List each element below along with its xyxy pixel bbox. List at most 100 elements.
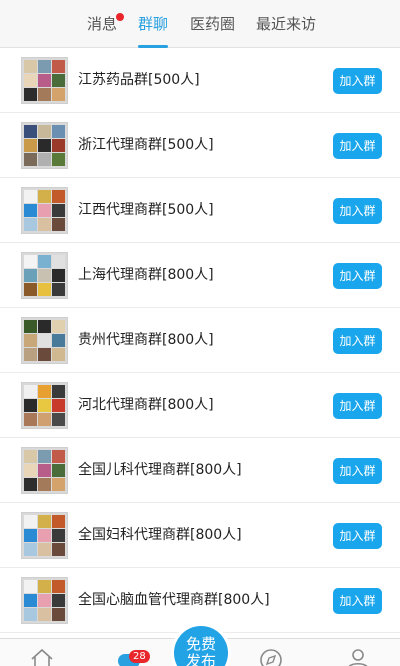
member-thumbnail <box>52 580 65 593</box>
group-name: 全国妇科代理商群[800人] <box>78 527 242 543</box>
group-name: 上海代理商群[800人] <box>78 267 214 283</box>
tab-messages-label: 消息 <box>87 15 118 33</box>
member-thumbnail <box>38 153 51 166</box>
member-thumbnail <box>38 74 51 87</box>
member-thumbnail <box>52 88 65 101</box>
group-row[interactable]: 全国妇科代理商群[800人] 加入群 <box>0 503 400 568</box>
group-name: 全国儿科代理商群[800人] <box>78 462 242 478</box>
member-thumbnail <box>38 450 51 463</box>
member-thumbnail <box>38 218 51 231</box>
member-thumbnail <box>24 478 37 491</box>
member-thumbnail <box>52 515 65 528</box>
member-thumbnail <box>38 60 51 73</box>
group-avatar <box>21 187 68 234</box>
tab-pharma-circle[interactable]: 医药圈 <box>190 0 235 48</box>
member-thumbnail <box>24 385 37 398</box>
member-thumbnail <box>38 320 51 333</box>
group-name: 全国心脑血管代理商群[800人] <box>78 592 270 608</box>
user-icon[interactable] <box>345 647 371 666</box>
member-thumbnail <box>38 399 51 412</box>
member-thumbnail <box>24 88 37 101</box>
join-group-button[interactable]: 加入群 <box>333 328 382 354</box>
group-avatar <box>21 382 68 429</box>
member-thumbnail <box>24 608 37 621</box>
group-row[interactable]: 贵州代理商群[800人] 加入群 <box>0 308 400 373</box>
member-thumbnail <box>24 60 37 73</box>
member-thumbnail <box>24 515 37 528</box>
member-thumbnail <box>52 74 65 87</box>
member-thumbnail <box>24 399 37 412</box>
group-avatar <box>21 512 68 559</box>
member-thumbnail <box>38 515 51 528</box>
member-thumbnail <box>52 594 65 607</box>
member-thumbnail <box>52 413 65 426</box>
group-row[interactable]: 上海代理商群[800人] 加入群 <box>0 243 400 308</box>
member-thumbnail <box>52 60 65 73</box>
unread-dot <box>116 13 125 21</box>
group-row[interactable]: 江苏药品群[500人] 加入群 <box>0 48 400 113</box>
group-name: 江西代理商群[500人] <box>78 202 214 218</box>
join-group-button[interactable]: 加入群 <box>333 588 382 614</box>
home-icon[interactable] <box>29 647 55 666</box>
member-thumbnail <box>38 255 51 268</box>
member-thumbnail <box>24 334 37 347</box>
member-thumbnail <box>38 478 51 491</box>
member-thumbnail <box>38 125 51 138</box>
group-row[interactable]: 江西代理商群[500人] 加入群 <box>0 178 400 243</box>
top-tab-bar: 消息 群聊 医药圈 最近来访 <box>0 0 400 48</box>
member-thumbnail <box>52 348 65 361</box>
member-thumbnail <box>24 218 37 231</box>
member-thumbnail <box>52 139 65 152</box>
member-thumbnail <box>38 385 51 398</box>
group-avatar <box>21 122 68 169</box>
member-thumbnail <box>38 204 51 217</box>
member-thumbnail <box>38 190 51 203</box>
group-list: 江苏药品群[500人] 加入群 浙江代理商群[500人] 加入群 江西代理商群[500人… <box>0 48 400 633</box>
member-thumbnail <box>52 608 65 621</box>
member-thumbnail <box>52 190 65 203</box>
member-thumbnail <box>24 450 37 463</box>
join-group-button[interactable]: 加入群 <box>333 68 382 94</box>
tab-group-chat[interactable]: 群聊 <box>138 0 169 48</box>
member-thumbnail <box>52 153 65 166</box>
join-group-button[interactable]: 加入群 <box>333 523 382 549</box>
tab-recent-visitors[interactable]: 最近来访 <box>256 0 316 48</box>
join-group-button[interactable]: 加入群 <box>333 133 382 159</box>
member-thumbnail <box>52 464 65 477</box>
member-thumbnail <box>24 269 37 282</box>
member-thumbnail <box>52 334 65 347</box>
group-name: 浙江代理商群[500人] <box>78 137 214 153</box>
group-row[interactable]: 河北代理商群[800人] 加入群 <box>0 373 400 438</box>
tab-messages[interactable]: 消息 <box>87 0 125 48</box>
group-avatar <box>21 57 68 104</box>
member-thumbnail <box>24 413 37 426</box>
member-thumbnail <box>52 283 65 296</box>
join-group-button[interactable]: 加入群 <box>333 458 382 484</box>
member-thumbnail <box>52 478 65 491</box>
member-thumbnail <box>38 594 51 607</box>
member-thumbnail <box>24 204 37 217</box>
join-group-button[interactable]: 加入群 <box>333 263 382 289</box>
join-group-button[interactable]: 加入群 <box>333 393 382 419</box>
group-row[interactable]: 全国心脑血管代理商群[800人] 加入群 <box>0 568 400 633</box>
group-avatar <box>21 252 68 299</box>
compass-icon[interactable] <box>258 647 284 666</box>
member-thumbnail <box>24 594 37 607</box>
member-thumbnail <box>24 580 37 593</box>
group-avatar <box>21 577 68 624</box>
member-thumbnail <box>24 464 37 477</box>
member-thumbnail <box>24 348 37 361</box>
tab-group-chat-label: 群聊 <box>138 15 169 33</box>
app-root: 消息 群聊 医药圈 最近来访 江苏药品群[500人] 加入群 浙江代理商群[500人… <box>0 0 400 666</box>
member-thumbnail <box>38 529 51 542</box>
member-thumbnail <box>52 320 65 333</box>
group-row[interactable]: 浙江代理商群[500人] 加入群 <box>0 113 400 178</box>
free-publish-line2: 发布 <box>185 652 216 666</box>
member-thumbnail <box>24 74 37 87</box>
member-thumbnail <box>38 334 51 347</box>
member-thumbnail <box>52 543 65 556</box>
join-group-button[interactable]: 加入群 <box>333 198 382 224</box>
member-thumbnail <box>38 464 51 477</box>
group-row[interactable]: 全国儿科代理商群[800人] 加入群 <box>0 438 400 503</box>
member-thumbnail <box>24 283 37 296</box>
